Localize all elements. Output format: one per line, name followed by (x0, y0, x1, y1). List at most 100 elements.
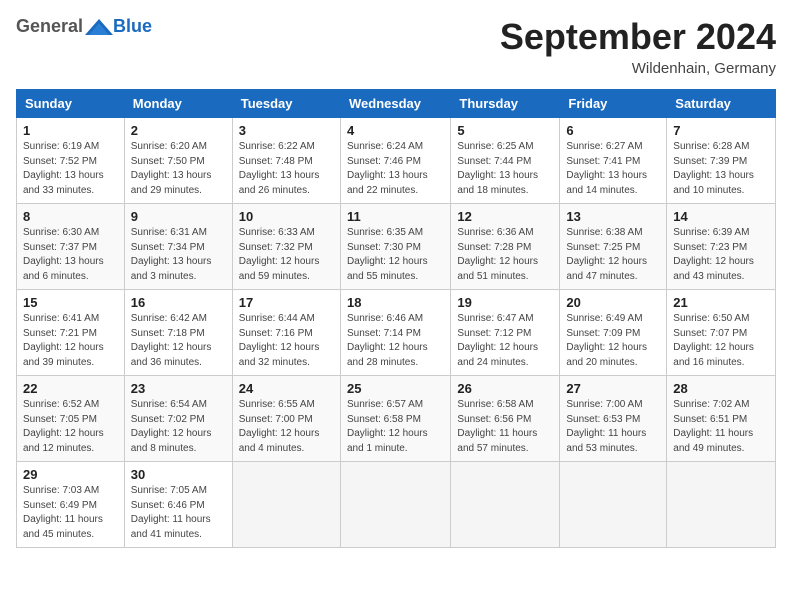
day-detail: Sunrise: 6:39 AM Sunset: 7:23 PM Dayligh… (673, 226, 769, 284)
calendar-week-row: 22Sunrise: 6:52 AM Sunset: 7:05 PM Dayli… (17, 376, 776, 462)
calendar-day-cell: 13Sunrise: 6:38 AM Sunset: 7:25 PM Dayli… (560, 204, 667, 290)
day-header-thursday: Thursday (451, 90, 560, 118)
day-number: 9 (131, 209, 226, 224)
logo-blue-text: Blue (113, 16, 152, 37)
day-detail: Sunrise: 6:31 AM Sunset: 7:34 PM Dayligh… (131, 226, 226, 284)
calendar-day-cell: 27 Sunrise: 7:00 AM Sunset: 6:53 PM Dayli… (560, 376, 667, 462)
day-detail: Sunrise: 6:57 AM Sunset: 6:58 PM Dayligh… (347, 398, 444, 456)
calendar-day-cell: 3 Sunrise: 6:22 AM Sunset: 7:48 PM Daylig… (232, 118, 340, 204)
day-number: 30 (131, 467, 226, 482)
calendar-day-cell: 9 Sunrise: 6:31 AM Sunset: 7:34 PM Daylig… (124, 204, 232, 290)
day-detail: Sunrise: 6:33 AM Sunset: 7:32 PM Dayligh… (239, 226, 334, 284)
calendar-day-cell: 19Sunrise: 6:47 AM Sunset: 7:12 PM Dayli… (451, 290, 560, 376)
calendar-header-row: SundayMondayTuesdayWednesdayThursdayFrid… (17, 90, 776, 118)
day-header-wednesday: Wednesday (340, 90, 450, 118)
day-number: 7 (673, 123, 769, 138)
day-detail: Sunrise: 6:28 AM Sunset: 7:39 PM Dayligh… (673, 140, 769, 198)
day-detail: Sunrise: 7:03 AM Sunset: 6:49 PM Dayligh… (23, 484, 118, 542)
calendar-table: SundayMondayTuesdayWednesdayThursdayFrid… (16, 89, 776, 548)
day-detail: Sunrise: 6:35 AM Sunset: 7:30 PM Dayligh… (347, 226, 444, 284)
day-detail: Sunrise: 6:30 AM Sunset: 7:37 PM Dayligh… (23, 226, 118, 284)
calendar-day-cell: 2 Sunrise: 6:20 AM Sunset: 7:50 PM Daylig… (124, 118, 232, 204)
day-detail: Sunrise: 6:22 AM Sunset: 7:48 PM Dayligh… (239, 140, 334, 198)
day-detail: Sunrise: 6:42 AM Sunset: 7:18 PM Dayligh… (131, 312, 226, 370)
day-detail: Sunrise: 6:27 AM Sunset: 7:41 PM Dayligh… (566, 140, 660, 198)
day-number: 12 (457, 209, 553, 224)
calendar-day-cell: 17 Sunrise: 6:44 AM Sunset: 7:16 PM Dayli… (232, 290, 340, 376)
day-number: 23 (131, 381, 226, 396)
calendar-day-cell: 11 Sunrise: 6:35 AM Sunset: 7:30 PM Dayli… (340, 204, 450, 290)
day-detail: Sunrise: 7:02 AM Sunset: 6:51 PM Dayligh… (673, 398, 769, 456)
calendar-week-row: 29 Sunrise: 7:03 AM Sunset: 6:49 PM Dayli… (17, 462, 776, 548)
day-number: 16 (131, 295, 226, 310)
day-detail: Sunrise: 6:36 AM Sunset: 7:28 PM Dayligh… (457, 226, 553, 284)
day-number: 11 (347, 209, 444, 224)
calendar-week-row: 1Sunrise: 6:19 AM Sunset: 7:52 PM Daylig… (17, 118, 776, 204)
day-number: 1 (23, 123, 118, 138)
title-block: September 2024 Wildenhain, Germany (500, 16, 776, 77)
calendar-day-cell: 5 Sunrise: 6:25 AM Sunset: 7:44 PM Daylig… (451, 118, 560, 204)
logo-icon (85, 17, 113, 37)
calendar-day-cell (560, 462, 667, 548)
day-header-tuesday: Tuesday (232, 90, 340, 118)
calendar-day-cell: 26Sunrise: 6:58 AM Sunset: 6:56 PM Dayli… (451, 376, 560, 462)
day-detail: Sunrise: 6:25 AM Sunset: 7:44 PM Dayligh… (457, 140, 553, 198)
calendar-week-row: 8Sunrise: 6:30 AM Sunset: 7:37 PM Daylig… (17, 204, 776, 290)
calendar-day-cell: 20Sunrise: 6:49 AM Sunset: 7:09 PM Dayli… (560, 290, 667, 376)
day-number: 3 (239, 123, 334, 138)
calendar-day-cell (340, 462, 450, 548)
day-number: 6 (566, 123, 660, 138)
calendar-day-cell: 24 Sunrise: 6:55 AM Sunset: 7:00 PM Dayli… (232, 376, 340, 462)
day-detail: Sunrise: 6:20 AM Sunset: 7:50 PM Dayligh… (131, 140, 226, 198)
day-number: 10 (239, 209, 334, 224)
day-detail: Sunrise: 7:05 AM Sunset: 6:46 PM Dayligh… (131, 484, 226, 542)
calendar-day-cell: 4 Sunrise: 6:24 AM Sunset: 7:46 PM Daylig… (340, 118, 450, 204)
day-detail: Sunrise: 6:49 AM Sunset: 7:09 PM Dayligh… (566, 312, 660, 370)
day-number: 24 (239, 381, 334, 396)
day-detail: Sunrise: 6:50 AM Sunset: 7:07 PM Dayligh… (673, 312, 769, 370)
calendar-day-cell: 10 Sunrise: 6:33 AM Sunset: 7:32 PM Dayli… (232, 204, 340, 290)
day-header-sunday: Sunday (17, 90, 125, 118)
calendar-day-cell (451, 462, 560, 548)
calendar-day-cell (232, 462, 340, 548)
calendar-day-cell: 15 Sunrise: 6:41 AM Sunset: 7:21 PM Dayli… (17, 290, 125, 376)
month-title: September 2024 (500, 16, 776, 58)
day-number: 5 (457, 123, 553, 138)
calendar-day-cell: 6 Sunrise: 6:27 AM Sunset: 7:41 PM Daylig… (560, 118, 667, 204)
calendar-day-cell: 22Sunrise: 6:52 AM Sunset: 7:05 PM Dayli… (17, 376, 125, 462)
day-detail: Sunrise: 6:52 AM Sunset: 7:05 PM Dayligh… (23, 398, 118, 456)
calendar-day-cell: 25Sunrise: 6:57 AM Sunset: 6:58 PM Dayli… (340, 376, 450, 462)
day-detail: Sunrise: 6:54 AM Sunset: 7:02 PM Dayligh… (131, 398, 226, 456)
day-detail: Sunrise: 6:44 AM Sunset: 7:16 PM Dayligh… (239, 312, 334, 370)
calendar-week-row: 15 Sunrise: 6:41 AM Sunset: 7:21 PM Dayli… (17, 290, 776, 376)
logo-general-text: General (16, 16, 83, 37)
day-number: 17 (239, 295, 334, 310)
location: Wildenhain, Germany (500, 60, 776, 77)
calendar-day-cell (667, 462, 776, 548)
page-header: General Blue September 2024 Wildenhain, … (16, 16, 776, 77)
calendar-day-cell: 18 Sunrise: 6:46 AM Sunset: 7:14 PM Dayli… (340, 290, 450, 376)
day-detail: Sunrise: 6:41 AM Sunset: 7:21 PM Dayligh… (23, 312, 118, 370)
day-detail: Sunrise: 6:24 AM Sunset: 7:46 PM Dayligh… (347, 140, 444, 198)
day-number: 18 (347, 295, 444, 310)
calendar-day-cell: 23 Sunrise: 6:54 AM Sunset: 7:02 PM Dayli… (124, 376, 232, 462)
day-number: 14 (673, 209, 769, 224)
day-number: 27 (566, 381, 660, 396)
calendar-day-cell: 12 Sunrise: 6:36 AM Sunset: 7:28 PM Dayli… (451, 204, 560, 290)
day-detail: Sunrise: 7:00 AM Sunset: 6:53 PM Dayligh… (566, 398, 660, 456)
calendar-day-cell: 8Sunrise: 6:30 AM Sunset: 7:37 PM Daylig… (17, 204, 125, 290)
day-number: 29 (23, 467, 118, 482)
day-number: 15 (23, 295, 118, 310)
day-header-saturday: Saturday (667, 90, 776, 118)
day-detail: Sunrise: 6:46 AM Sunset: 7:14 PM Dayligh… (347, 312, 444, 370)
day-number: 21 (673, 295, 769, 310)
calendar-day-cell: 29 Sunrise: 7:03 AM Sunset: 6:49 PM Dayli… (17, 462, 125, 548)
day-number: 28 (673, 381, 769, 396)
day-number: 2 (131, 123, 226, 138)
day-number: 4 (347, 123, 444, 138)
calendar-day-cell: 30 Sunrise: 7:05 AM Sunset: 6:46 PM Dayli… (124, 462, 232, 548)
day-detail: Sunrise: 6:38 AM Sunset: 7:25 PM Dayligh… (566, 226, 660, 284)
calendar-day-cell: 1Sunrise: 6:19 AM Sunset: 7:52 PM Daylig… (17, 118, 125, 204)
day-header-monday: Monday (124, 90, 232, 118)
day-detail: Sunrise: 6:55 AM Sunset: 7:00 PM Dayligh… (239, 398, 334, 456)
